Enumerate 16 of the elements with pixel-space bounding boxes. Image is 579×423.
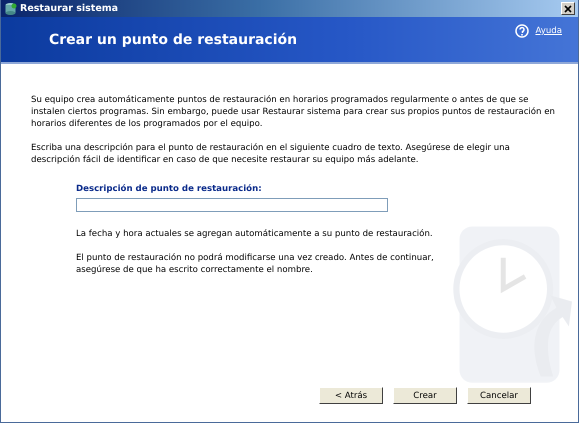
page-title: Crear un punto de restauración xyxy=(49,32,298,48)
note-paragraph: El punto de restauración no podrá modificarse una vez creado. Antes de continuar, asegúrese de que ha escrito correctamente el nombre. xyxy=(76,252,435,276)
description-field[interactable] xyxy=(76,198,388,212)
note-paragraph: La fecha y hora actuales se agregan automáticamente a su punto de restauración. xyxy=(76,228,434,240)
cancel-button[interactable]: Cancelar xyxy=(467,387,531,404)
intro-paragraph: Su equipo crea automáticamente puntos de restauración en horarios programados regularmente o antes de que se instalen ciertos programas. Sin embargo, puede usar Restaurar sistema para crear sus propios puntos de restauración en horarios diferentes de los programados por el equipo. xyxy=(31,94,556,130)
instruction-paragraph: Escriba una descripción para el punto de restauración en el siguiente cuadro de texto. Asegúrese de elegir una descripción fácil de identificar en caso de que necesite restaurar su equipo más adelante. xyxy=(31,142,511,166)
app-icon xyxy=(4,2,17,15)
close-icon xyxy=(564,4,572,12)
create-button[interactable]: Crear xyxy=(393,387,457,404)
window-title: Restaurar sistema xyxy=(20,3,120,14)
help-icon[interactable] xyxy=(515,24,530,38)
help-link[interactable]: Ayuda xyxy=(535,26,562,36)
close-button[interactable] xyxy=(561,2,575,15)
back-button[interactable]: < Atrás xyxy=(319,387,383,404)
field-label: Descripción de punto de restauración: xyxy=(76,184,263,194)
